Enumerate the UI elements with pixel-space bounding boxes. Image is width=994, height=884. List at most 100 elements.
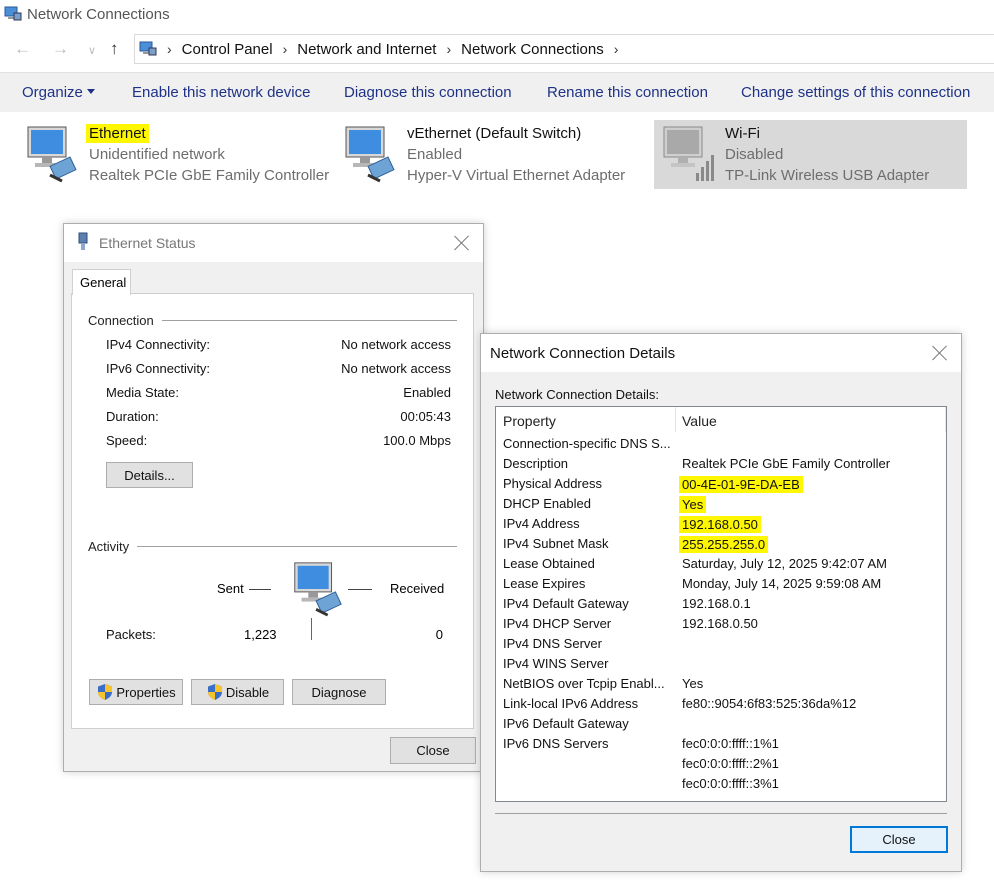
row-value: fec0:0:0:ffff::1%1 xyxy=(682,736,779,751)
media-state-value: Enabled xyxy=(403,385,451,400)
table-row[interactable]: DHCP Enabled Yes xyxy=(496,494,946,514)
adapter-name: vEthernet (Default Switch) xyxy=(407,125,582,142)
enable-device-button[interactable]: Enable this network device xyxy=(132,84,310,101)
organize-menu[interactable]: Organize xyxy=(22,84,95,101)
close-icon[interactable] xyxy=(932,345,948,361)
activity-group-label: Activity xyxy=(88,539,138,554)
row-property: Description xyxy=(503,456,569,471)
table-row[interactable]: fec0:0:0:ffff::2%1 xyxy=(496,754,946,774)
table-row[interactable]: Physical Address 00-4E-01-9E-DA-EB xyxy=(496,474,946,494)
column-header-value[interactable]: Value xyxy=(682,413,717,429)
dialog-titlebar: Ethernet Status xyxy=(64,224,483,262)
close-icon[interactable] xyxy=(454,235,470,251)
chevron-right-icon: › xyxy=(446,41,452,57)
breadcrumb[interactable]: › Control Panel › Network and Internet ›… xyxy=(134,34,994,64)
change-settings-button[interactable]: Change settings of this connection xyxy=(741,84,970,101)
dialog-titlebar: Network Connection Details xyxy=(481,334,961,372)
table-row[interactable]: fec0:0:0:ffff::3%1 xyxy=(496,774,946,794)
recent-dropdown-icon[interactable]: ∨ xyxy=(88,44,96,57)
table-row[interactable]: Connection-specific DNS S... xyxy=(496,434,946,454)
column-divider xyxy=(945,407,946,432)
row-value: 192.168.0.50 xyxy=(679,516,761,533)
command-bar: Organize Enable this network device Diag… xyxy=(0,72,994,112)
row-value: Saturday, July 12, 2025 9:42:07 AM xyxy=(682,556,888,571)
row-value: fe80::9054:6f83:525:36da%12 xyxy=(682,696,857,711)
table-row[interactable]: NetBIOS over Tcpip Enabl... Yes xyxy=(496,674,946,694)
chevron-right-icon[interactable]: › xyxy=(614,41,619,57)
table-row[interactable]: IPv4 DNS Server xyxy=(496,634,946,654)
address-bar: ← → ∨ ↑ › Control Panel › Network and In… xyxy=(0,34,994,66)
row-property: NetBIOS over Tcpip Enabl... xyxy=(503,676,665,691)
properties-button[interactable]: Properties xyxy=(89,679,183,705)
wifi-adapter-icon xyxy=(663,126,714,181)
row-property: IPv4 Default Gateway xyxy=(503,596,629,611)
row-value: 255.255.255.0 xyxy=(679,536,769,553)
table-row[interactable]: Lease Obtained Saturday, July 12, 2025 9:… xyxy=(496,554,946,574)
divider xyxy=(495,813,947,814)
table-row[interactable]: IPv4 DHCP Server 192.168.0.50 xyxy=(496,614,946,634)
wired-adapter-icon xyxy=(27,126,77,183)
details-listview[interactable]: Property Value Connection-specific DNS S… xyxy=(495,406,947,802)
disable-button[interactable]: Disable xyxy=(191,679,284,705)
diagnose-connection-button[interactable]: Diagnose this connection xyxy=(344,84,512,101)
close-button[interactable]: Close xyxy=(390,737,476,764)
row-value: 192.168.0.1 xyxy=(682,596,751,611)
divider xyxy=(160,320,457,321)
back-arrow-icon[interactable]: ← xyxy=(14,39,31,59)
received-label: Received xyxy=(390,581,445,596)
table-row[interactable]: IPv4 WINS Server xyxy=(496,654,946,674)
dialog-title: Ethernet Status xyxy=(99,235,196,251)
adapter-name: Wi-Fi xyxy=(725,125,760,142)
row-value: fec0:0:0:ffff::3%1 xyxy=(682,776,779,791)
forward-arrow-icon[interactable]: → xyxy=(52,39,69,59)
adapter-ethernet[interactable]: Ethernet Unidentified network Realtek PC… xyxy=(18,120,329,189)
chevron-right-icon: › xyxy=(167,41,172,57)
breadcrumb-network-connections[interactable]: Network Connections xyxy=(461,41,604,58)
row-property: Lease Obtained xyxy=(503,556,595,571)
table-row[interactable]: Lease Expires Monday, July 14, 2025 9:59:… xyxy=(496,574,946,594)
control-panel-icon xyxy=(139,41,157,56)
table-row[interactable]: IPv6 DNS Servers fec0:0:0:ffff::1%1 xyxy=(496,734,946,754)
packets-label: Packets: xyxy=(106,627,156,642)
diagnose-button[interactable]: Diagnose xyxy=(292,679,386,705)
up-arrow-icon[interactable]: ↑ xyxy=(110,39,119,59)
adapter-vethernet[interactable]: vEthernet (Default Switch) Enabled Hyper… xyxy=(336,120,636,189)
column-divider[interactable] xyxy=(675,407,676,432)
ethernet-plug-icon xyxy=(78,232,88,250)
row-property: Link-local IPv6 Address xyxy=(503,696,639,711)
sent-label: Sent xyxy=(217,581,244,596)
breadcrumb-network-and-internet[interactable]: Network and Internet xyxy=(297,41,436,58)
breadcrumb-control-panel[interactable]: Control Panel xyxy=(182,41,273,58)
close-button[interactable]: Close xyxy=(850,826,948,853)
table-row[interactable]: Link-local IPv6 Address fe80::9054:6f83:5… xyxy=(496,694,946,714)
table-row[interactable]: IPv4 Default Gateway 192.168.0.1 xyxy=(496,594,946,614)
row-value: fec0:0:0:ffff::2%1 xyxy=(682,756,779,771)
row-value: Realtek PCIe GbE Family Controller xyxy=(682,456,891,471)
row-property: IPv4 Subnet Mask xyxy=(503,536,609,551)
ethernet-status-dialog: Ethernet Status General Connection IPv4 … xyxy=(63,223,484,772)
table-row[interactable]: IPv4 Subnet Mask 255.255.255.0 xyxy=(496,534,946,554)
duration-label: Duration: xyxy=(106,409,159,424)
row-value: 192.168.0.50 xyxy=(682,616,758,631)
speed-label: Speed: xyxy=(106,433,148,448)
ipv6-connectivity-value: No network access xyxy=(341,361,451,376)
ipv6-connectivity-label: IPv6 Connectivity: xyxy=(106,361,211,376)
adapter-wifi[interactable]: Wi-Fi Disabled TP-Link Wireless USB Adap… xyxy=(654,120,967,189)
tab-general[interactable]: General xyxy=(72,269,131,295)
table-row[interactable]: Description Realtek PCIe GbE Family Contr… xyxy=(496,454,946,474)
row-property: IPv6 Default Gateway xyxy=(503,716,629,731)
rename-connection-button[interactable]: Rename this connection xyxy=(547,84,708,101)
connection-group-label: Connection xyxy=(88,313,162,328)
row-property: DHCP Enabled xyxy=(503,496,591,511)
column-header-property[interactable]: Property xyxy=(503,413,556,429)
uac-shield-icon xyxy=(207,684,222,700)
row-property: IPv4 Address xyxy=(503,516,580,531)
adapter-status: Unidentified network xyxy=(89,146,225,163)
table-row[interactable]: IPv4 Address 192.168.0.50 xyxy=(496,514,946,534)
details-button[interactable]: Details... xyxy=(106,462,193,488)
chevron-right-icon: › xyxy=(282,41,288,57)
packets-received-value: 0 xyxy=(435,627,443,642)
details-list-label: Network Connection Details: xyxy=(495,387,660,402)
divider xyxy=(249,589,271,590)
table-row[interactable]: IPv6 Default Gateway xyxy=(496,714,946,734)
